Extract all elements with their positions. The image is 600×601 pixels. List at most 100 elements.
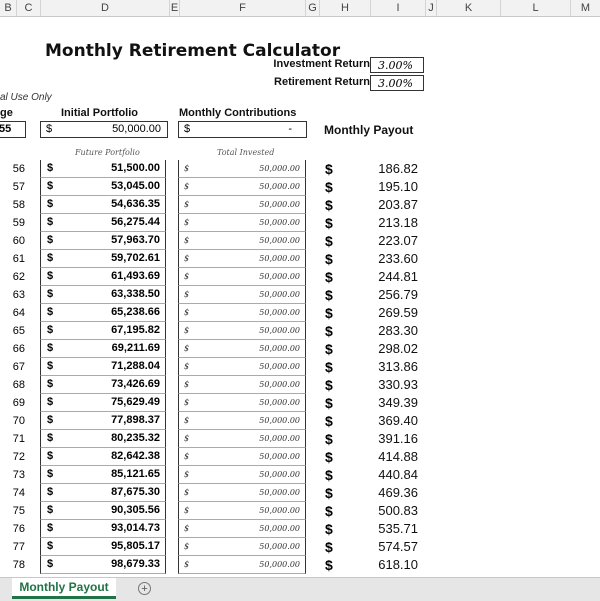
future-portfolio-cell[interactable]: $90,305.56 [40, 502, 166, 520]
monthly-payout-value[interactable]: 256.79 [355, 286, 418, 304]
monthly-payout-value[interactable]: 283.30 [355, 322, 418, 340]
column-header-i[interactable]: I [371, 0, 426, 16]
tab-monthly-payout[interactable]: Monthly Payout [12, 578, 116, 599]
age-cell[interactable]: 68 [0, 376, 25, 394]
monthly-payout-value[interactable]: 298.02 [355, 340, 418, 358]
total-invested-cell[interactable]: $50,000.00 [178, 304, 306, 322]
monthly-payout-value[interactable]: 369.40 [355, 412, 418, 430]
monthly-payout-value[interactable]: 330.93 [355, 376, 418, 394]
future-portfolio-cell[interactable]: $87,675.30 [40, 484, 166, 502]
age-cell[interactable]: 66 [0, 340, 25, 358]
monthly-payout-value[interactable]: 414.88 [355, 448, 418, 466]
column-header-k[interactable]: K [437, 0, 501, 16]
total-invested-cell[interactable]: $50,000.00 [178, 358, 306, 376]
plus-circle-icon[interactable]: + [138, 582, 151, 595]
age-cell[interactable]: 59 [0, 214, 25, 232]
column-header-l[interactable]: L [501, 0, 571, 16]
age-cell[interactable]: 60 [0, 232, 25, 250]
future-portfolio-cell[interactable]: $69,211.69 [40, 340, 166, 358]
total-invested-cell[interactable]: $50,000.00 [178, 340, 306, 358]
age-cell[interactable]: 67 [0, 358, 25, 376]
total-invested-cell[interactable]: $50,000.00 [178, 394, 306, 412]
future-portfolio-cell[interactable]: $53,045.00 [40, 178, 166, 196]
column-header-j[interactable]: J [426, 0, 437, 16]
total-invested-cell[interactable]: $50,000.00 [178, 412, 306, 430]
future-portfolio-cell[interactable]: $93,014.73 [40, 520, 166, 538]
monthly-payout-value[interactable]: 574.57 [355, 538, 418, 556]
total-invested-cell[interactable]: $50,000.00 [178, 556, 306, 574]
future-portfolio-cell[interactable]: $82,642.38 [40, 448, 166, 466]
monthly-payout-value[interactable]: 500.83 [355, 502, 418, 520]
age-cell[interactable]: 58 [0, 196, 25, 214]
investment-return-input[interactable]: 3.00% [370, 57, 424, 73]
future-portfolio-cell[interactable]: $77,898.37 [40, 412, 166, 430]
total-invested-cell[interactable]: $50,000.00 [178, 322, 306, 340]
age-cell[interactable]: 70 [0, 412, 25, 430]
future-portfolio-cell[interactable]: $54,636.35 [40, 196, 166, 214]
total-invested-cell[interactable]: $50,000.00 [178, 232, 306, 250]
future-portfolio-cell[interactable]: $59,702.61 [40, 250, 166, 268]
age-cell[interactable]: 62 [0, 268, 25, 286]
age-cell[interactable]: 77 [0, 538, 25, 556]
monthly-payout-value[interactable]: 233.60 [355, 250, 418, 268]
monthly-payout-value[interactable]: 313.86 [355, 358, 418, 376]
total-invested-cell[interactable]: $50,000.00 [178, 448, 306, 466]
future-portfolio-cell[interactable]: $95,805.17 [40, 538, 166, 556]
age-cell[interactable]: 72 [0, 448, 25, 466]
column-header-h[interactable]: H [320, 0, 371, 16]
total-invested-cell[interactable]: $50,000.00 [178, 268, 306, 286]
total-invested-cell[interactable]: $50,000.00 [178, 430, 306, 448]
total-invested-cell[interactable]: $50,000.00 [178, 160, 306, 178]
age-cell[interactable]: 78 [0, 556, 25, 574]
column-header-d[interactable]: D [41, 0, 170, 16]
total-invested-cell[interactable]: $50,000.00 [178, 250, 306, 268]
future-portfolio-cell[interactable]: $56,275.44 [40, 214, 166, 232]
age-cell[interactable]: 74 [0, 484, 25, 502]
column-header-b[interactable]: B [0, 0, 17, 16]
initial-portfolio-input[interactable]: $ 50,000.00 [40, 121, 168, 138]
monthly-payout-value[interactable]: 213.18 [355, 214, 418, 232]
age-cell[interactable]: 73 [0, 466, 25, 484]
total-invested-cell[interactable]: $50,000.00 [178, 286, 306, 304]
future-portfolio-cell[interactable]: $51,500.00 [40, 160, 166, 178]
age-cell[interactable]: 65 [0, 322, 25, 340]
monthly-payout-value[interactable]: 469.36 [355, 484, 418, 502]
future-portfolio-cell[interactable]: $85,121.65 [40, 466, 166, 484]
monthly-payout-value[interactable]: 391.16 [355, 430, 418, 448]
monthly-payout-value[interactable]: 535.71 [355, 520, 418, 538]
future-portfolio-cell[interactable]: $63,338.50 [40, 286, 166, 304]
monthly-payout-value[interactable]: 186.82 [355, 160, 418, 178]
monthly-payout-value[interactable]: 349.39 [355, 394, 418, 412]
future-portfolio-cell[interactable]: $71,288.04 [40, 358, 166, 376]
total-invested-cell[interactable]: $50,000.00 [178, 538, 306, 556]
monthly-payout-value[interactable]: 269.59 [355, 304, 418, 322]
column-header-g[interactable]: G [306, 0, 320, 16]
monthly-payout-value[interactable]: 195.10 [355, 178, 418, 196]
total-invested-cell[interactable]: $50,000.00 [178, 520, 306, 538]
future-portfolio-cell[interactable]: $73,426.69 [40, 376, 166, 394]
monthly-payout-value[interactable]: 244.81 [355, 268, 418, 286]
future-portfolio-cell[interactable]: $75,629.49 [40, 394, 166, 412]
monthly-payout-value[interactable]: 203.87 [355, 196, 418, 214]
age-input[interactable]: 55 [0, 121, 26, 138]
total-invested-cell[interactable]: $50,000.00 [178, 178, 306, 196]
age-cell[interactable]: 61 [0, 250, 25, 268]
age-cell[interactable]: 71 [0, 430, 25, 448]
total-invested-cell[interactable]: $50,000.00 [178, 214, 306, 232]
future-portfolio-cell[interactable]: $65,238.66 [40, 304, 166, 322]
age-cell[interactable]: 63 [0, 286, 25, 304]
age-cell[interactable]: 69 [0, 394, 25, 412]
age-cell[interactable]: 76 [0, 520, 25, 538]
column-header-e[interactable]: E [170, 0, 180, 16]
age-cell[interactable]: 57 [0, 178, 25, 196]
future-portfolio-cell[interactable]: $98,679.33 [40, 556, 166, 574]
monthly-payout-value[interactable]: 440.84 [355, 466, 418, 484]
future-portfolio-cell[interactable]: $61,493.69 [40, 268, 166, 286]
retirement-return-input[interactable]: 3.00% [370, 75, 424, 91]
total-invested-cell[interactable]: $50,000.00 [178, 196, 306, 214]
monthly-payout-value[interactable]: 223.07 [355, 232, 418, 250]
age-cell[interactable]: 64 [0, 304, 25, 322]
monthly-contributions-input[interactable]: $ - [178, 121, 307, 138]
monthly-payout-value[interactable]: 618.10 [355, 556, 418, 574]
future-portfolio-cell[interactable]: $57,963.70 [40, 232, 166, 250]
